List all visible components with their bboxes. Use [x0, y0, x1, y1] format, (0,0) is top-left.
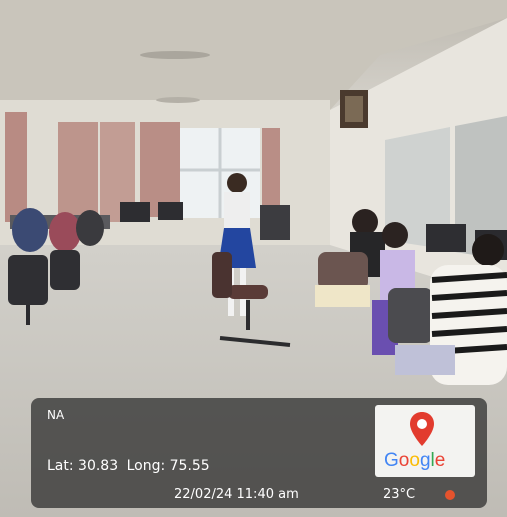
temperature: 23°C [383, 487, 416, 502]
longitude: Long: 75.55 [126, 458, 210, 474]
location-name: NA [47, 408, 65, 422]
map-thumbnail: Google [375, 405, 475, 477]
timestamp: 22/02/24 11:40 am [174, 487, 299, 502]
geotag-photo: NA Lat: 30.83 Long: 75.55 22/02/24 11:40… [0, 0, 507, 517]
coordinates: Lat: 30.83 Long: 75.55 [47, 458, 214, 474]
geotag-overlay: NA Lat: 30.83 Long: 75.55 22/02/24 11:40… [31, 398, 487, 508]
map-pin-icon [410, 412, 434, 446]
weather-dot-icon [445, 490, 455, 500]
google-logo: Google [384, 450, 446, 471]
latitude: Lat: 30.83 [47, 458, 119, 474]
